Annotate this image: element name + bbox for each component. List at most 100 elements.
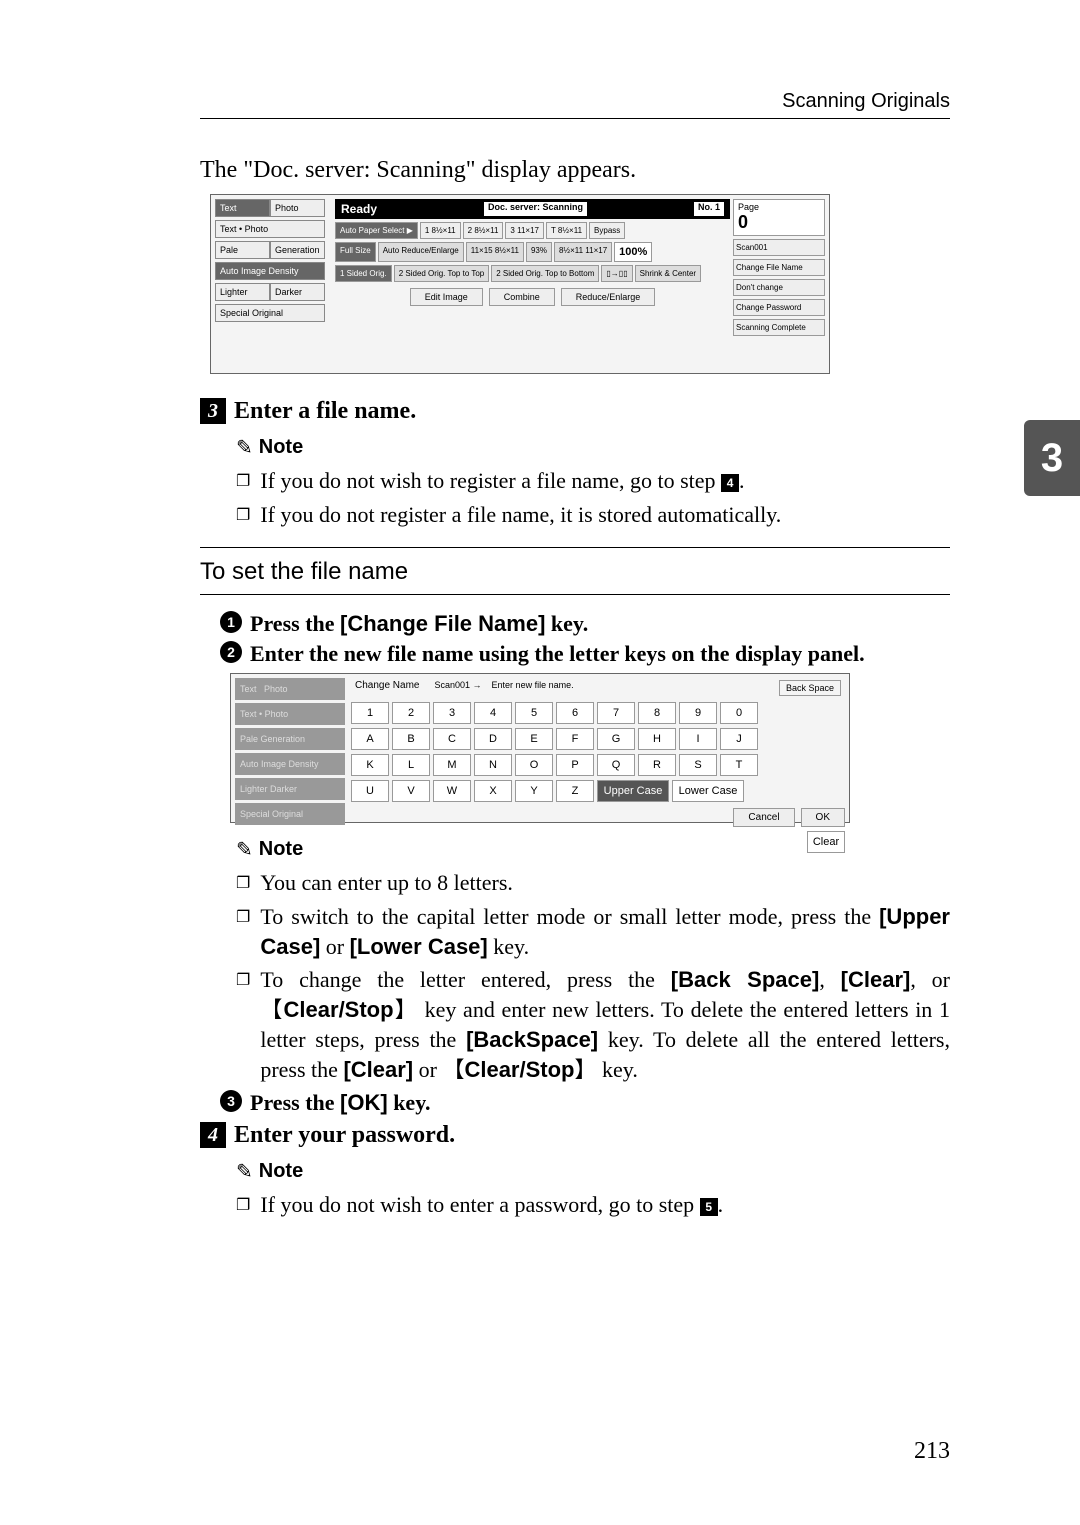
kb-key-0[interactable]: 0 — [720, 702, 758, 724]
scan-name: Scan001 — [733, 239, 825, 256]
kb-key-5[interactable]: 5 — [515, 702, 553, 724]
kb-key-m[interactable]: M — [433, 754, 471, 776]
kb-left-text: Text Photo — [235, 678, 345, 700]
kb-key-k[interactable]: K — [351, 754, 389, 776]
backspace-key[interactable]: Back Space — [779, 680, 841, 696]
kb-key-3[interactable]: 3 — [433, 702, 471, 724]
note-kb-1: You can enter up to 8 letters. — [260, 868, 950, 898]
auto-reduce-enlarge[interactable]: Auto Reduce/Enlarge — [378, 242, 464, 262]
page-counter: Page0 — [733, 199, 825, 236]
kb-key-p[interactable]: P — [556, 754, 594, 776]
ratio-2[interactable]: 8½×11 11×17 — [554, 242, 612, 262]
kb-key-d[interactable]: D — [474, 728, 512, 750]
note-label: Note — [259, 838, 303, 861]
substep-1-marker: 1 — [220, 611, 242, 633]
size-t[interactable]: T 8½×11 — [546, 222, 587, 239]
kb-key-s[interactable]: S — [679, 754, 717, 776]
cancel-button[interactable]: Cancel — [733, 808, 794, 827]
btn-darker[interactable]: Darker — [270, 283, 325, 301]
lower-case-key[interactable]: Lower Case — [672, 780, 744, 802]
clear-key[interactable]: Clear — [807, 831, 845, 853]
pencil-icon: ✎ — [236, 435, 253, 460]
doc-number: No. 1 — [694, 202, 724, 216]
substep-2-marker: 2 — [220, 641, 242, 663]
step-3-text: Enter a file name. — [234, 398, 416, 425]
bullet-icon: ❐ — [236, 873, 250, 893]
reduce-enlarge[interactable]: Reduce/Enlarge — [561, 288, 656, 306]
size-2[interactable]: 2 8½×11 — [463, 222, 504, 239]
tab-pale[interactable]: Pale — [215, 241, 270, 259]
kb-left-tp: Text • Photo — [235, 703, 345, 725]
two-sided-tb[interactable]: 2 Sided Orig. Top to Bottom — [491, 265, 599, 282]
upper-case-key[interactable]: Upper Case — [597, 780, 669, 802]
section-divider — [200, 547, 950, 548]
size-3[interactable]: 3 11×17 — [505, 222, 544, 239]
kb-key-f[interactable]: F — [556, 728, 594, 750]
tab-text[interactable]: Text — [215, 199, 270, 217]
zoom-pct: 100% — [614, 242, 652, 262]
btn-lighter[interactable]: Lighter — [215, 283, 270, 301]
tab-special-original[interactable]: Special Original — [215, 304, 325, 322]
kb-key-x[interactable]: X — [474, 780, 512, 802]
kb-key-4[interactable]: 4 — [474, 702, 512, 724]
kb-key-r[interactable]: R — [638, 754, 676, 776]
kb-key-b[interactable]: B — [392, 728, 430, 750]
kb-key-i[interactable]: I — [679, 728, 717, 750]
kb-key-9[interactable]: 9 — [679, 702, 717, 724]
kb-key-q[interactable]: Q — [597, 754, 635, 776]
substep-3-marker: 3 — [220, 1090, 242, 1112]
kb-key-c[interactable]: C — [433, 728, 471, 750]
kb-key-w[interactable]: W — [433, 780, 471, 802]
kb-key-j[interactable]: J — [720, 728, 758, 750]
note-label: Note — [259, 436, 303, 459]
full-size[interactable]: Full Size — [335, 242, 376, 262]
two-sided-tt[interactable]: 2 Sided Orig. Top to Top — [394, 265, 490, 282]
kb-left-pale: Pale Generation — [235, 728, 345, 750]
header-rule — [200, 118, 950, 119]
tab-photo[interactable]: Photo — [270, 199, 325, 217]
kb-key-1[interactable]: 1 — [351, 702, 389, 724]
kb-key-g[interactable]: G — [597, 728, 635, 750]
substep-1-text: Press the [Change File Name] key. — [250, 611, 588, 637]
bullet-icon: ❐ — [236, 1195, 250, 1215]
bullet-icon: ❐ — [236, 471, 250, 491]
edit-image[interactable]: Edit Image — [410, 288, 483, 306]
kb-key-8[interactable]: 8 — [638, 702, 676, 724]
kb-key-l[interactable]: L — [392, 754, 430, 776]
bypass[interactable]: Bypass — [589, 222, 625, 239]
one-sided[interactable]: 1 Sided Orig. — [335, 265, 392, 282]
kb-left-so: Special Original — [235, 803, 345, 825]
scanning-complete[interactable]: Scanning Complete — [733, 319, 825, 336]
tab-auto-density[interactable]: Auto Image Density — [215, 262, 325, 280]
kb-key-n[interactable]: N — [474, 754, 512, 776]
tab-generation[interactable]: Generation — [270, 241, 325, 259]
auto-paper-select[interactable]: Auto Paper Select ▶ — [335, 222, 418, 239]
orient-icons[interactable]: ▯→▯▯ — [601, 265, 632, 282]
doc-server-label: Doc. server: Scanning — [484, 202, 587, 216]
ratio-1[interactable]: 11×15 8½×11 — [466, 242, 524, 262]
tab-text-photo[interactable]: Text • Photo — [215, 220, 325, 238]
shrink-center[interactable]: Shrink & Center — [635, 265, 701, 282]
ok-button[interactable]: OK — [801, 808, 845, 827]
kb-key-o[interactable]: O — [515, 754, 553, 776]
intro-text: The "Doc. server: Scanning" display appe… — [200, 157, 950, 184]
kb-key-t[interactable]: T — [720, 754, 758, 776]
kb-left-aid: Auto Image Density — [235, 753, 345, 775]
kb-key-e[interactable]: E — [515, 728, 553, 750]
size-1[interactable]: 1 8½×11 — [420, 222, 461, 239]
kb-key-2[interactable]: 2 — [392, 702, 430, 724]
note-3-2: If you do not register a file name, it i… — [260, 500, 950, 530]
kb-key-y[interactable]: Y — [515, 780, 553, 802]
combine[interactable]: Combine — [489, 288, 555, 306]
ratio-93[interactable]: 93% — [526, 242, 552, 262]
kb-key-6[interactable]: 6 — [556, 702, 594, 724]
change-password[interactable]: Change Password — [733, 299, 825, 316]
kb-key-h[interactable]: H — [638, 728, 676, 750]
kb-key-7[interactable]: 7 — [597, 702, 635, 724]
section-divider — [200, 594, 950, 595]
change-file-name[interactable]: Change File Name — [733, 259, 825, 276]
kb-key-u[interactable]: U — [351, 780, 389, 802]
kb-key-v[interactable]: V — [392, 780, 430, 802]
kb-key-z[interactable]: Z — [556, 780, 594, 802]
kb-key-a[interactable]: A — [351, 728, 389, 750]
